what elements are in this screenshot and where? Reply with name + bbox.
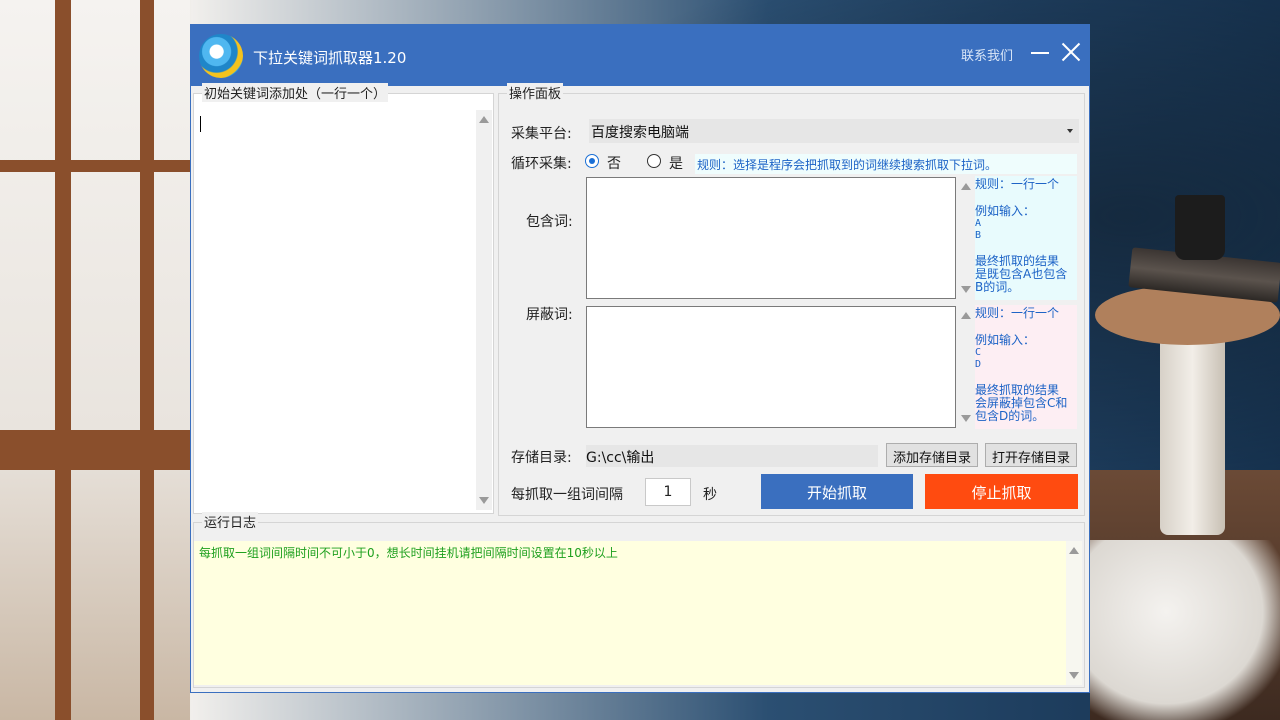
scroll-down-icon[interactable] (479, 497, 489, 504)
background-table-leg (1160, 335, 1225, 535)
open-save-dir-button[interactable]: 打开存储目录 (985, 443, 1077, 467)
log-textarea[interactable]: 每抓取一组词间隔时间不可小于0，想长时间挂机请把间隔时间设置在10秒以上 (194, 541, 1066, 685)
exclude-hint-result-3: 包含D的词。 (975, 409, 1045, 423)
loop-yes-label[interactable]: 是 (669, 153, 683, 173)
app-logo-icon (199, 34, 243, 78)
close-icon[interactable] (1059, 40, 1083, 64)
keywords-textarea[interactable] (196, 110, 476, 510)
include-hint-example-a: A (975, 218, 982, 229)
background-window-frame (0, 160, 190, 172)
exclude-hint-example-title: 例如输入： (975, 333, 1036, 347)
app-title: 下拉关键词抓取器1.20 (253, 49, 407, 67)
exclude-hint-rule: 规则：一行一个 (975, 306, 1060, 320)
log-scrollbar[interactable] (1066, 541, 1082, 685)
platform-select-value: 百度搜索电脑端 (591, 125, 689, 141)
stop-button[interactable]: 停止抓取 (925, 474, 1078, 509)
operation-legend: 操作面板 (507, 83, 564, 102)
start-button[interactable]: 开始抓取 (761, 474, 913, 509)
include-label: 包含词: (526, 214, 573, 230)
save-dir-label: 存储目录: (511, 450, 572, 466)
minimize-icon[interactable] (1031, 52, 1049, 54)
scroll-up-icon[interactable] (961, 312, 971, 319)
exclude-hint: 规则：一行一个 例如输入： C D 最终抓取的结果 会屏蔽掉包含C和 包含D的词… (975, 305, 1077, 429)
scroll-down-icon[interactable] (1069, 672, 1079, 679)
log-panel: 运行日志 每抓取一组词间隔时间不可小于0，想长时间挂机请把间隔时间设置在10秒以… (193, 512, 1085, 688)
keywords-legend: 初始关键词添加处（一行一个） (202, 83, 389, 102)
loop-label: 循环采集: (511, 156, 572, 172)
background-window-frame (140, 0, 154, 720)
log-message: 每抓取一组词间隔时间不可小于0，想长时间挂机请把间隔时间设置在10秒以上 (199, 546, 618, 560)
loop-no-label[interactable]: 否 (607, 153, 621, 173)
title-bar[interactable]: 下拉关键词抓取器1.20 联系我们 (191, 25, 1089, 86)
scroll-up-icon[interactable] (479, 116, 489, 123)
exclude-label: 屏蔽词: (526, 307, 573, 323)
save-dir-field[interactable]: G:\cc\输出 (586, 445, 878, 467)
platform-label: 采集平台: (511, 126, 572, 142)
scroll-down-icon[interactable] (961, 415, 971, 422)
scroll-up-icon[interactable] (961, 183, 971, 190)
scroll-up-icon[interactable] (1069, 547, 1079, 554)
background-window-frame (55, 0, 71, 720)
background-cloth (1090, 540, 1280, 720)
background-window-sill (0, 430, 190, 470)
include-hint-example-b: B (975, 230, 982, 241)
include-hint: 规则：一行一个 例如输入： A B 最终抓取的结果 是既包含A也包含 B的词。 (975, 176, 1077, 300)
background-window (0, 0, 190, 720)
background-plant-pot (1175, 195, 1225, 260)
scroll-down-icon[interactable] (961, 286, 971, 293)
app-window: 下拉关键词抓取器1.20 联系我们 初始关键词添加处（一行一个） 操作面板 采集… (190, 24, 1090, 693)
exclude-words-textarea[interactable] (586, 306, 956, 428)
interval-input[interactable]: 1 (645, 478, 691, 506)
include-hint-example-title: 例如输入： (975, 204, 1036, 218)
include-hint-result-3: B的词。 (975, 280, 1020, 294)
loop-rule-text: 规则：选择是程序会把抓取到的词继续搜索抓取下拉词。 (695, 154, 1077, 174)
keywords-group: 初始关键词添加处（一行一个） (193, 83, 494, 514)
loop-yes-radio[interactable] (647, 154, 661, 168)
exclude-hint-example-c: C (975, 347, 982, 358)
add-save-dir-button[interactable]: 添加存储目录 (886, 443, 978, 467)
chevron-down-icon[interactable] (1067, 129, 1073, 133)
exclude-hint-example-d: D (975, 359, 982, 370)
platform-select[interactable]: 百度搜索电脑端 (589, 119, 1079, 143)
exclude-scrollbar[interactable] (958, 306, 974, 428)
contact-us-link[interactable]: 联系我们 (961, 45, 1013, 64)
include-hint-rule: 规则：一行一个 (975, 177, 1060, 191)
include-scrollbar[interactable] (958, 177, 974, 299)
interval-unit: 秒 (703, 487, 717, 503)
loop-no-radio[interactable] (585, 154, 599, 168)
keywords-scrollbar[interactable] (476, 110, 492, 510)
operation-panel: 操作面板 采集平台: 百度搜索电脑端 循环采集: 否 是 规则：选择是程序会把抓… (498, 83, 1085, 516)
include-words-textarea[interactable] (586, 177, 956, 299)
interval-label: 每抓取一组词间隔 (511, 487, 623, 503)
log-legend: 运行日志 (202, 512, 259, 531)
text-caret (200, 116, 201, 132)
